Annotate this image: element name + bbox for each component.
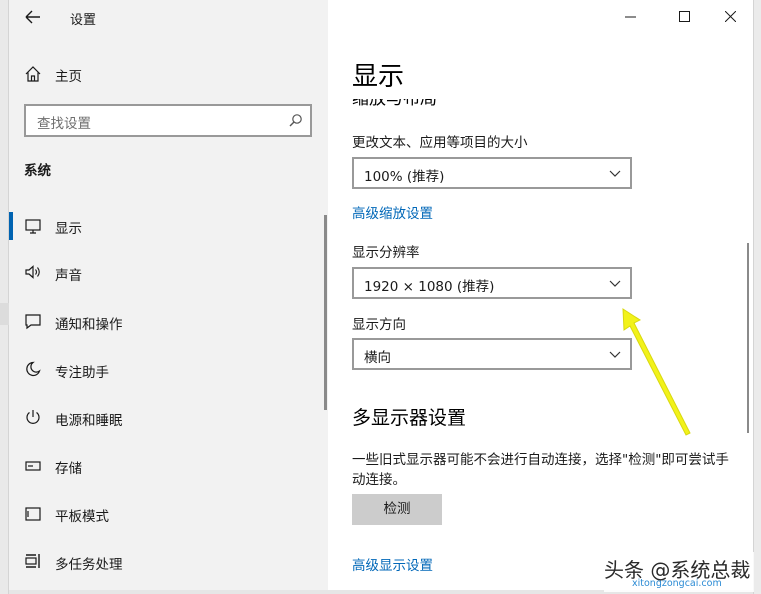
close-icon <box>725 11 736 22</box>
orientation-dropdown[interactable]: 横向 <box>352 338 632 370</box>
orientation-label: 显示方向 <box>352 317 406 333</box>
sidebar-item-display[interactable]: 显示 <box>9 202 328 250</box>
advanced-display-link[interactable]: 高级显示设置 <box>352 554 433 574</box>
sidebar-item-multitasking[interactable]: 多任务处理 <box>9 538 328 586</box>
minimize-button[interactable] <box>607 0 653 34</box>
sidebar: 设置 主页 查找设置 系统 显示 声音 通知和操作 专注助手 电源和睡眠 存储 … <box>9 0 328 594</box>
search-placeholder: 查找设置 <box>37 116 91 132</box>
maximize-icon <box>679 11 690 22</box>
moon-icon <box>24 360 42 378</box>
storage-icon <box>24 457 42 475</box>
main-pane: 显示 缩放与布局 更改文本、应用等项目的大小 100% (推荐) 高级缩放设置 … <box>328 0 753 594</box>
sidebar-item-label: 多任务处理 <box>55 557 123 573</box>
window-frame-left <box>0 0 9 594</box>
sidebar-item-label: 平板模式 <box>55 509 109 525</box>
sidebar-item-focus-assist[interactable]: 专注助手 <box>9 346 328 394</box>
nav-home[interactable]: 主页 <box>9 50 328 98</box>
sidebar-item-label: 专注助手 <box>55 365 109 381</box>
maximize-button[interactable] <box>661 0 707 34</box>
frame-notch <box>0 303 9 325</box>
sidebar-item-tablet-mode[interactable]: 平板模式 <box>9 490 328 538</box>
chevron-down-icon <box>609 170 621 177</box>
sidebar-item-label: 显示 <box>55 221 82 237</box>
sidebar-item-label: 存储 <box>55 461 82 477</box>
scale-label: 更改文本、应用等项目的大小 <box>352 135 528 151</box>
search-icon <box>289 114 302 127</box>
minimize-icon <box>625 16 636 18</box>
watermark: 头条 @系统总裁 xitongzongcai.com <box>604 552 754 592</box>
resolution-label: 显示分辨率 <box>352 245 420 261</box>
sidebar-item-label: 通知和操作 <box>55 317 123 333</box>
main-scrollbar[interactable] <box>747 243 749 433</box>
scale-dropdown[interactable]: 100% (推荐) <box>352 157 632 189</box>
orientation-dropdown-value: 横向 <box>364 350 391 366</box>
search-input[interactable]: 查找设置 <box>24 104 312 137</box>
sidebar-item-sound[interactable]: 声音 <box>9 250 328 298</box>
sidebar-item-power[interactable]: 电源和睡眠 <box>9 394 328 442</box>
back-button[interactable] <box>23 5 43 29</box>
tablet-icon <box>24 505 42 523</box>
advanced-scaling-link[interactable]: 高级缩放设置 <box>352 202 433 222</box>
detect-button[interactable]: 检测 <box>352 494 442 525</box>
resolution-dropdown[interactable]: 1920 × 1080 (推荐) <box>352 267 632 299</box>
back-arrow-icon <box>25 10 40 24</box>
sidebar-scrollbar[interactable] <box>324 215 327 410</box>
app-title: 设置 <box>70 13 97 28</box>
resolution-dropdown-value: 1920 × 1080 (推荐) <box>364 279 495 295</box>
sidebar-item-label: 声音 <box>55 268 82 284</box>
chevron-down-icon <box>609 280 621 287</box>
notification-icon <box>24 312 42 330</box>
speaker-icon <box>24 263 42 281</box>
nav-home-label: 主页 <box>55 69 82 85</box>
multi-display-description: 一些旧式显示器可能不会进行自动连接，选择"检测"即可尝试手动连接。 <box>352 452 729 488</box>
multitask-icon <box>24 552 42 570</box>
window-frame-right <box>753 0 761 594</box>
scale-dropdown-value: 100% (推荐) <box>364 169 445 185</box>
watermark-url: xitongzongcai.com <box>632 578 722 589</box>
sidebar-item-storage[interactable]: 存储 <box>9 442 328 490</box>
section-label: 系统 <box>24 163 51 179</box>
monitor-icon <box>24 217 42 235</box>
power-icon <box>24 408 42 426</box>
page-title: 显示 <box>352 62 405 92</box>
multi-display-heading: 多显示器设置 <box>352 407 467 429</box>
close-button[interactable] <box>707 0 753 34</box>
sidebar-item-notifications[interactable]: 通知和操作 <box>9 298 328 346</box>
home-icon <box>24 65 42 83</box>
sidebar-item-label: 电源和睡眠 <box>55 413 123 429</box>
active-indicator <box>9 212 13 240</box>
chevron-down-icon <box>609 351 621 358</box>
scale-layout-heading: 缩放与布局 <box>352 99 437 109</box>
